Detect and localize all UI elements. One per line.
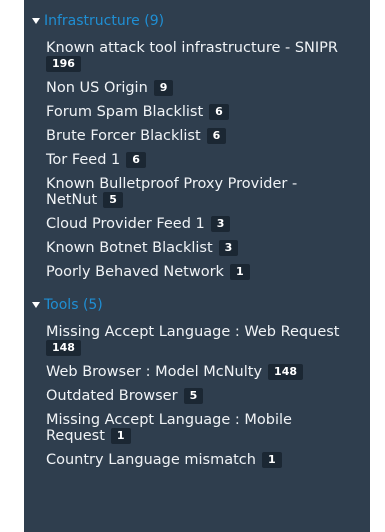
caret-down-icon <box>32 302 40 308</box>
list-item[interactable]: Cloud Provider Feed 1 3 <box>46 216 358 232</box>
item-label: Tor Feed 1 <box>46 152 121 168</box>
item-list: Known attack tool infrastructure - SNIPR… <box>24 40 370 280</box>
list-item[interactable]: Forum Spam Blacklist 6 <box>46 104 358 120</box>
section-title: Tools (5) <box>44 297 103 313</box>
list-item[interactable]: Web Browser : Model McNulty 148 <box>46 364 358 380</box>
list-item[interactable]: Known Botnet Blacklist 3 <box>46 240 358 256</box>
item-label: Country Language mismatch <box>46 452 256 468</box>
list-item[interactable]: Poorly Behaved Network 1 <box>46 264 358 280</box>
count-badge: 3 <box>210 216 231 232</box>
caret-down-icon <box>32 18 40 24</box>
count-badge: 6 <box>206 128 227 144</box>
tag-panel: Infrastructure (9) Known attack tool inf… <box>24 0 370 532</box>
count-badge: 1 <box>261 452 282 468</box>
list-item[interactable]: Outdated Browser 5 <box>46 388 358 404</box>
list-item[interactable]: Known attack tool infrastructure - SNIPR… <box>46 40 358 72</box>
list-item[interactable]: Missing Accept Language : Web Request148 <box>46 324 358 356</box>
count-badge: 6 <box>209 104 229 120</box>
item-label: Poorly Behaved Network <box>46 264 224 280</box>
list-item[interactable]: Brute Forcer Blacklist 6 <box>46 128 358 144</box>
count-badge: 148 <box>268 364 304 380</box>
item-label: Outdated Browser <box>46 388 178 404</box>
count-badge: 3 <box>218 240 239 256</box>
list-item[interactable]: Missing Accept Language : Mobile Request… <box>46 412 358 444</box>
count-badge: 9 <box>153 80 174 96</box>
item-label: Web Browser : Model McNulty <box>46 364 263 380</box>
section-header-tools[interactable]: Tools (5) <box>24 294 370 316</box>
count-badge: 1 <box>110 428 131 444</box>
item-label: Cloud Provider Feed 1 <box>46 216 205 232</box>
item-label: Missing Accept Language : Mobile Request <box>46 412 292 444</box>
count-badge: 5 <box>103 192 123 208</box>
list-item[interactable]: Non US Origin 9 <box>46 80 358 96</box>
list-item[interactable]: Known Bulletproof Proxy Provider - NetNu… <box>46 176 358 208</box>
item-label: Known Bulletproof Proxy Provider - NetNu… <box>46 176 298 208</box>
count-badge: 6 <box>126 152 146 168</box>
section-title: Infrastructure (9) <box>44 13 165 29</box>
count-badge: 5 <box>183 388 204 404</box>
item-label: Forum Spam Blacklist <box>46 104 204 120</box>
section-tools: Tools (5) Missing Accept Language : Web … <box>24 294 370 468</box>
count-badge: 196 <box>46 56 81 72</box>
item-label: Missing Accept Language : Web Request <box>46 324 340 340</box>
list-item[interactable]: Tor Feed 1 6 <box>46 152 358 168</box>
item-label: Known attack tool infrastructure - SNIPR <box>46 40 338 56</box>
section-header-infrastructure[interactable]: Infrastructure (9) <box>24 10 370 32</box>
item-label: Known Botnet Blacklist <box>46 240 213 256</box>
count-badge: 1 <box>229 264 250 280</box>
item-list: Missing Accept Language : Web Request148… <box>24 324 370 468</box>
list-item[interactable]: Country Language mismatch 1 <box>46 452 358 468</box>
count-badge: 148 <box>46 340 81 356</box>
section-infrastructure: Infrastructure (9) Known attack tool inf… <box>24 10 370 280</box>
item-label: Brute Forcer Blacklist <box>46 128 201 144</box>
item-label: Non US Origin <box>46 80 148 96</box>
